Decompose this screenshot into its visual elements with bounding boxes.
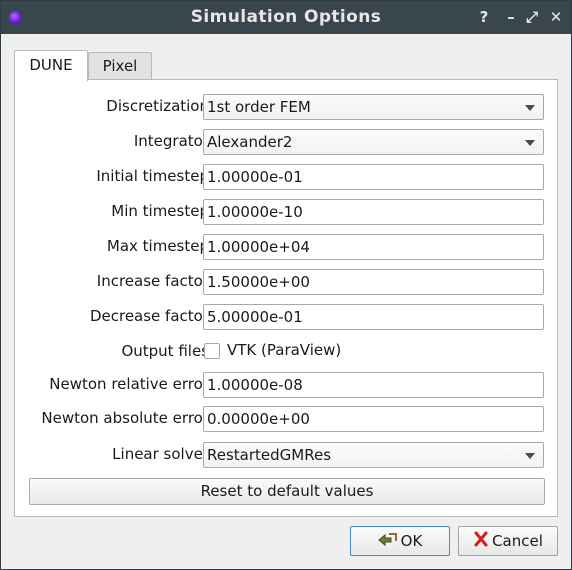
min-timestep-label: Min timestep	[111, 202, 209, 220]
newton-relative-error-label: Newton relative error	[49, 375, 209, 393]
newton-absolute-error-row: Newton absolute error 0.00000e+00	[15, 406, 559, 432]
chevron-down-icon	[525, 453, 535, 459]
newton-absolute-error-label: Newton absolute error	[41, 409, 209, 427]
tab-dune[interactable]: DUNE	[14, 50, 88, 81]
tab-pixel[interactable]: Pixel	[88, 52, 152, 80]
decrease-factor-label: Decrease factor	[89, 307, 209, 325]
linear-solver-select[interactable]: RestartedGMRes	[203, 442, 544, 468]
linear-solver-value: RestartedGMRes	[207, 446, 332, 464]
help-button[interactable]: ?	[474, 7, 494, 27]
reset-defaults-button[interactable]: Reset to default values	[29, 478, 545, 505]
max-timestep-label: Max timestep	[106, 237, 209, 255]
vtk-checkbox-label[interactable]: VTK (ParaView)	[227, 341, 341, 359]
maximize-button[interactable]: ⤢	[522, 7, 542, 27]
newton-relative-error-row: Newton relative error 1.00000e-08	[15, 372, 559, 398]
initial-timestep-input[interactable]: 1.00000e-01	[203, 164, 544, 190]
newton-absolute-error-input[interactable]: 0.00000e+00	[203, 406, 544, 432]
dune-tab-panel: Discretization 1st order FEM Integrator …	[14, 79, 558, 517]
linear-solver-label: Linear solver	[112, 445, 209, 463]
integrator-select[interactable]: Alexander2	[203, 129, 544, 155]
increase-factor-label: Increase factor	[96, 272, 209, 290]
initial-timestep-label: Initial timestep	[96, 167, 209, 185]
cancel-label: Cancel	[492, 532, 543, 550]
discretization-value: 1st order FEM	[207, 98, 311, 116]
cancel-button[interactable]: Cancel	[458, 526, 558, 556]
chevron-down-icon	[525, 105, 535, 111]
output-files-label: Output files	[121, 342, 209, 360]
integrator-value: Alexander2	[207, 133, 293, 151]
integrator-label: Integrator	[133, 132, 209, 150]
max-timestep-row: Max timestep 1.00000e+04	[15, 234, 559, 260]
min-timestep-row: Min timestep 1.00000e-10	[15, 199, 559, 225]
ok-button[interactable]: OK	[350, 526, 450, 556]
increase-factor-input[interactable]: 1.50000e+00	[203, 269, 544, 295]
close-button[interactable]: ✕	[546, 7, 566, 27]
minimize-button[interactable]: –	[501, 7, 521, 27]
initial-timestep-row: Initial timestep 1.00000e-01	[15, 164, 559, 190]
discretization-select[interactable]: 1st order FEM	[203, 94, 544, 120]
decrease-factor-row: Decrease factor 5.00000e-01	[15, 304, 559, 330]
newton-relative-error-input[interactable]: 1.00000e-08	[203, 372, 544, 398]
decrease-factor-input[interactable]: 5.00000e-01	[203, 304, 544, 330]
linear-solver-row: Linear solver RestartedGMRes	[15, 442, 559, 468]
ok-label: OK	[400, 532, 423, 550]
output-files-row: Output files VTK (ParaView)	[15, 339, 559, 365]
ok-icon	[377, 528, 398, 556]
increase-factor-row: Increase factor 1.50000e+00	[15, 269, 559, 295]
title-bar: Simulation Options ? – ⤢ ✕	[1, 1, 571, 34]
simulation-options-dialog: Simulation Options ? – ⤢ ✕ DUNE Pixel Di…	[0, 0, 572, 570]
min-timestep-input[interactable]: 1.00000e-10	[203, 199, 544, 225]
chevron-down-icon	[525, 140, 535, 146]
cancel-x-icon	[473, 528, 489, 556]
discretization-label: Discretization	[106, 97, 209, 115]
discretization-row: Discretization 1st order FEM	[15, 94, 559, 120]
integrator-row: Integrator Alexander2	[15, 129, 559, 155]
vtk-checkbox[interactable]	[204, 343, 220, 359]
max-timestep-input[interactable]: 1.00000e+04	[203, 234, 544, 260]
